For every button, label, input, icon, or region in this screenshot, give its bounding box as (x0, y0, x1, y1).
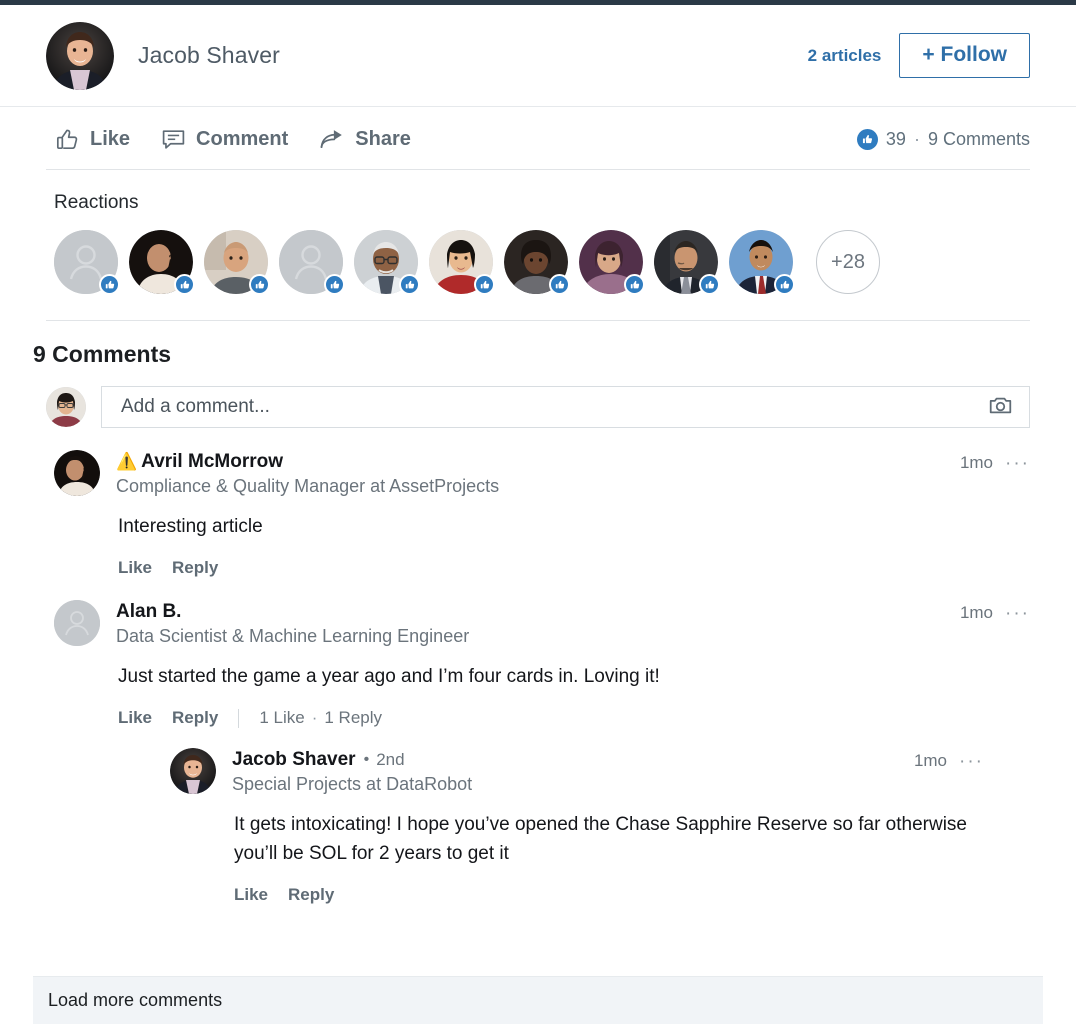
comment-bubble-icon (160, 126, 187, 153)
reactor-avatar-2[interactable] (129, 230, 195, 295)
counts-separator: · (913, 128, 920, 149)
comment-text: Interesting article (118, 516, 263, 538)
comment-text: Just started the game a year ago and I’m… (118, 666, 660, 688)
warning-icon: ⚠️ (116, 452, 138, 472)
like-badge-icon (699, 274, 720, 295)
comment-like-button[interactable]: Like (118, 558, 152, 578)
comment-author-name[interactable]: ⚠️ Avril McMorrow (116, 450, 960, 474)
alan-b-avatar[interactable] (54, 600, 100, 647)
like-button[interactable]: Like (54, 126, 130, 153)
reactor-avatar-9[interactable] (654, 230, 720, 295)
comment-like-button[interactable]: Like (234, 885, 268, 905)
author-header: Jacob Shaver 2 articles + Follow (0, 5, 1076, 107)
social-action-bar: Like Comment Share 39 · 9 Comments (0, 107, 1076, 169)
comment-timestamp: 1mo (959, 603, 994, 623)
comment-author-label: Jacob Shaver (232, 749, 356, 771)
comment-author-name[interactable]: Jacob Shaver • 2nd (232, 748, 914, 772)
comment-actions: Like Reply 1 Like · 1 Reply (116, 708, 1030, 728)
comment-author-headline: Data Scientist & Machine Learning Engine… (116, 625, 470, 646)
author-header-actions: 2 articles + Follow (808, 33, 1030, 78)
author-name: Jacob Shaver (138, 42, 280, 68)
comment-author-label: Avril McMorrow (141, 451, 283, 472)
comment-author-name[interactable]: Alan B. (116, 600, 960, 624)
reactor-avatar-5[interactable] (354, 230, 420, 295)
reactor-avatar-10[interactable] (729, 230, 795, 295)
like-badge-icon (324, 274, 345, 295)
reactor-avatar-7[interactable] (504, 230, 570, 295)
jacob-shaver-reply-avatar[interactable] (170, 748, 216, 795)
social-counts[interactable]: 39 · 9 Comments (856, 128, 1030, 150)
like-badge-icon (549, 274, 570, 295)
comment-text: It gets intoxicating! I hope you’ve open… (234, 814, 967, 865)
reactions-section: Reactions +28 (0, 170, 1076, 295)
thumbs-up-icon (54, 126, 81, 153)
share-arrow-icon (318, 125, 346, 153)
comment-author-label: Alan B. (116, 601, 182, 623)
comment-menu-button[interactable]: ··· (959, 752, 984, 771)
degree-dot: • (363, 750, 370, 768)
comment-composer (0, 368, 1076, 428)
like-badge-icon (624, 274, 645, 295)
reactions-overflow-count[interactable]: +28 (816, 230, 880, 294)
comment-menu-button[interactable]: ··· (1005, 604, 1030, 623)
divider-below-reactions (0, 294, 1076, 321)
camera-icon (988, 393, 1013, 421)
comments-heading: 9 Comments (33, 341, 172, 367)
comment-button[interactable]: Comment (160, 126, 288, 153)
share-button-label: Share (355, 127, 411, 150)
comment-like-button[interactable]: Like (118, 708, 152, 728)
like-badge-icon (774, 274, 795, 295)
comment-button-label: Comment (196, 127, 289, 150)
comment-input-wrapper[interactable] (101, 386, 1030, 428)
like-badge-icon (249, 274, 270, 295)
reactor-avatar-1[interactable] (54, 230, 120, 295)
avril-mcmorrow-avatar[interactable] (54, 450, 100, 496)
comment-actions: Like Reply (232, 885, 1030, 905)
comment-author-headline: Special Projects at DataRobot (232, 773, 473, 794)
comment-reply-button[interactable]: Reply (172, 708, 218, 728)
like-badge-icon (399, 274, 420, 295)
follow-button[interactable]: + Follow (899, 33, 1030, 78)
like-button-label: Like (90, 127, 131, 150)
reactor-avatar-3[interactable] (204, 230, 270, 295)
camera-button[interactable] (980, 389, 1021, 425)
comment-item: ⚠️ Avril McMorrow Compliance & Quality M… (0, 428, 1076, 578)
like-badge-icon (99, 274, 120, 295)
jacob-shaver-avatar[interactable] (46, 21, 114, 90)
comment-timestamp: 1mo (959, 453, 994, 472)
comment-replies-stat[interactable]: 1 Reply (324, 708, 382, 728)
comment-item: Alan B. Data Scientist & Machine Learnin… (0, 578, 1076, 905)
reaction-count: 39 (885, 128, 906, 149)
articles-count[interactable]: 2 articles (808, 46, 882, 66)
share-button[interactable]: Share (318, 125, 411, 153)
reactor-avatar-6[interactable] (429, 230, 495, 295)
current-user-avatar[interactable] (46, 387, 86, 427)
reactor-avatar-8[interactable] (579, 230, 645, 295)
author-identity[interactable]: Jacob Shaver (46, 21, 808, 90)
connection-degree: 2nd (376, 750, 405, 770)
article-social-panel: Jacob Shaver 2 articles + Follow Like Co… (0, 5, 1076, 1024)
comment-input[interactable] (119, 395, 980, 419)
like-badge-icon (174, 274, 195, 295)
comment-menu-button[interactable]: ··· (1005, 454, 1030, 473)
social-actions: Like Comment Share (54, 125, 857, 153)
comment-count[interactable]: 9 Comments (928, 129, 1030, 150)
comment-reply-button[interactable]: Reply (172, 558, 218, 578)
comment-reply-item: Jacob Shaver • 2nd Special Projects at D… (170, 728, 1030, 905)
reactor-avatar-4[interactable] (279, 230, 345, 295)
reactions-title: Reactions (54, 192, 139, 213)
actions-divider (238, 708, 240, 728)
stat-separator: · (311, 708, 318, 728)
comment-reply-button[interactable]: Reply (288, 885, 334, 905)
comment-timestamp: 1mo (913, 751, 948, 771)
like-reaction-icon (856, 128, 878, 150)
comment-author-headline: Compliance & Quality Manager at AssetPro… (116, 475, 500, 496)
comment-actions: Like Reply (116, 558, 1030, 578)
load-more-comments-button[interactable]: Load more comments (33, 976, 1043, 1024)
like-badge-icon (474, 274, 495, 295)
comment-likes-stat[interactable]: 1 Like (259, 708, 304, 728)
reactions-avatar-row: +28 (54, 230, 1030, 295)
